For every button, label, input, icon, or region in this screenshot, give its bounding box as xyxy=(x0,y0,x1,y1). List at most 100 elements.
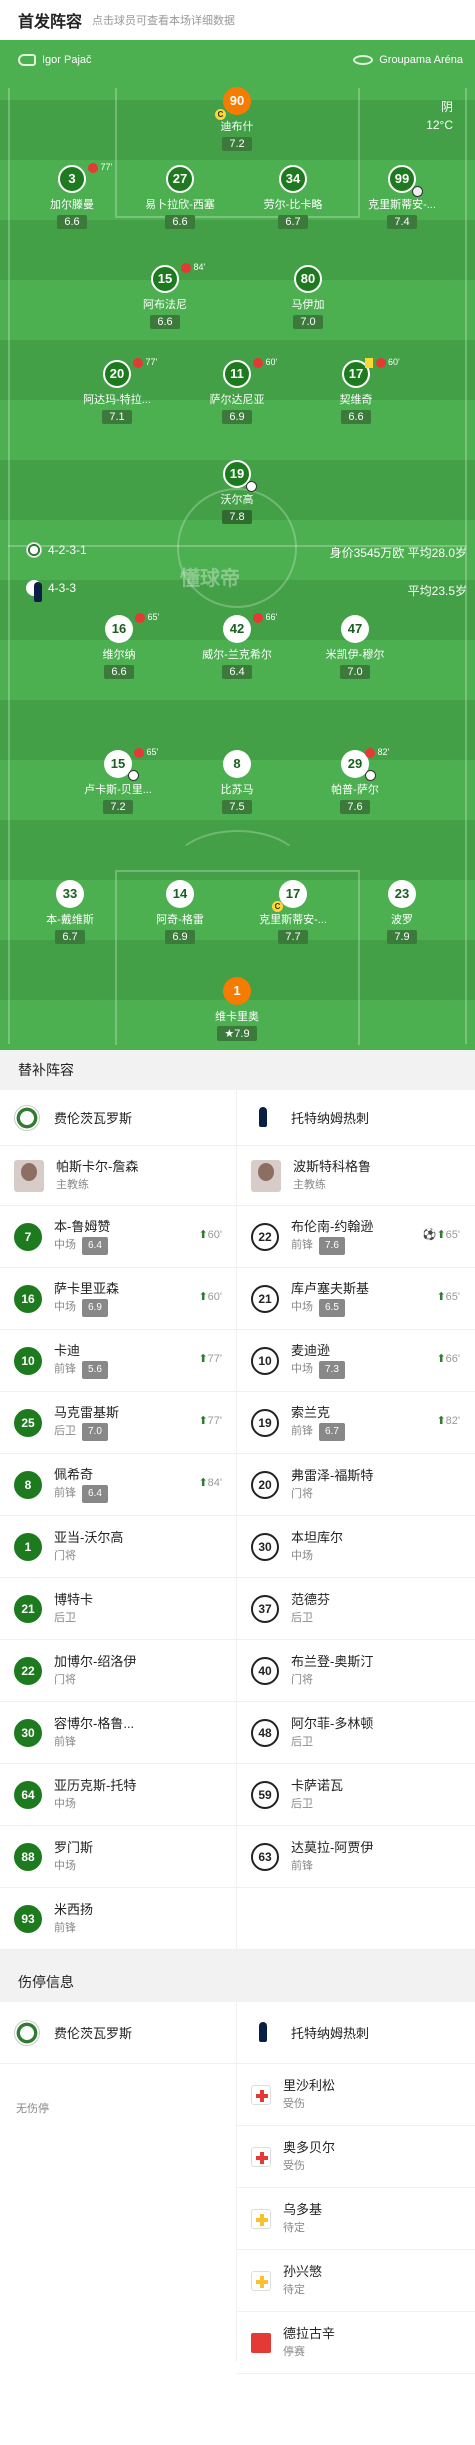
player-away-29[interactable]: 29 帕普-萨尔 7.6 xyxy=(305,750,405,815)
sub-rating: 7.6 xyxy=(319,1237,345,1255)
sub-player[interactable]: 30 容博尔-格鲁... 前锋 xyxy=(0,1702,237,1763)
home-team-logo xyxy=(26,542,42,558)
sub-player[interactable]: 10 麦迪逊 中场 7.3 ⬆66' xyxy=(237,1330,474,1391)
stadium: Groupama Aréna xyxy=(353,54,463,66)
player-name: 克里斯蒂安-... xyxy=(259,914,327,926)
player-away-33[interactable]: 33 本-戴维斯 6.7 xyxy=(20,880,120,945)
injury-item[interactable]: 奥多贝尔 受伤 xyxy=(237,2126,475,2188)
sub-player[interactable]: 63 达莫拉-阿贾伊 前锋 xyxy=(237,1826,474,1887)
sub-player[interactable]: 21 博特卡 后卫 xyxy=(0,1578,237,1639)
sub-on-icon: ⬆ xyxy=(198,1353,208,1365)
sub-player[interactable]: 37 范德芬 后卫 xyxy=(237,1578,474,1639)
sub-rating: 6.4 xyxy=(82,1237,108,1255)
sub-player[interactable]: 93 米西扬 前锋 xyxy=(0,1888,237,1949)
goal-icon xyxy=(128,770,139,781)
sub-player[interactable]: 22 布伦南-约翰逊 前锋 7.6 ⚽⬆65' xyxy=(237,1206,474,1267)
player-home-15[interactable]: 15 阿布法尼 6.6 xyxy=(115,265,215,330)
sub-player[interactable]: 8 佩希奇 前锋 6.4 ⬆84' xyxy=(0,1454,237,1515)
player-number: 14 xyxy=(166,880,194,908)
sub-player[interactable]: 88 罗门斯 中场 xyxy=(0,1826,237,1887)
player-home-80[interactable]: 80 马伊加 7.0 xyxy=(258,265,358,330)
sub-player[interactable]: 7 本-鲁姆赞 中场 6.4 ⬆60' xyxy=(0,1206,237,1267)
sub-player[interactable]: 20 弗雷泽-福斯特 门将 xyxy=(237,1454,474,1515)
home-coach-cell[interactable]: 帕斯卡尔-詹森 主教练 xyxy=(0,1146,237,1205)
player-away-8[interactable]: 8 比苏马 7.5 xyxy=(187,750,287,815)
sub-number: 10 xyxy=(251,1346,279,1375)
home-team-logo xyxy=(14,2019,40,2046)
player-rating: 7.7 xyxy=(278,930,308,944)
player-home-99[interactable]: 99 克里斯蒂安-... 7.4 xyxy=(352,165,452,230)
sub-minute: 84' xyxy=(193,262,206,272)
player-home-90[interactable]: 90 迪布什 7.2 xyxy=(187,87,287,152)
player-rating: 6.6 xyxy=(104,665,134,679)
player-name: 比苏马 xyxy=(220,784,254,796)
player-away-47[interactable]: 47 米凯伊-穆尔 7.0 xyxy=(305,615,405,680)
away-injuries: 托特纳姆热刺 里沙利松 受伤 奥多贝尔 受伤 乌多基 待定 孙兴慜 待定 德拉古辛 停赛 xyxy=(237,2002,475,2374)
player-rating: 7.8 xyxy=(222,510,252,524)
player-home-11[interactable]: 11 萨尔达尼亚 6.9 xyxy=(187,360,287,425)
player-away-14[interactable]: 14 阿奇-格雷 6.9 xyxy=(130,880,230,945)
player-home-19[interactable]: 19 沃尔高 7.8 xyxy=(187,460,287,525)
player-number: 17 xyxy=(279,880,307,908)
sub-number: 93 xyxy=(14,1904,42,1933)
injury-item[interactable]: 乌多基 待定 xyxy=(237,2188,475,2250)
sub-position: 后卫 xyxy=(54,1611,76,1624)
player-home-27[interactable]: 27 易卜拉欣-西塞 6.6 xyxy=(130,165,230,230)
player-number: 16 xyxy=(105,615,133,643)
injury-item[interactable]: 孙兴慜 待定 xyxy=(237,2250,475,2312)
player-rating: 7.5 xyxy=(222,800,252,814)
lineup-header: 首发阵容 点击球员可查看本场详细数据 xyxy=(0,0,475,40)
injury-item[interactable]: 德拉古辛 停赛 xyxy=(237,2312,475,2374)
sub-player[interactable]: 30 本坦库尔 中场 xyxy=(237,1516,474,1577)
sub-player[interactable]: 59 卡萨诺瓦 后卫 xyxy=(237,1764,474,1825)
sub-position: 前锋 xyxy=(291,1425,313,1437)
sub-player[interactable]: 19 索兰克 前锋 6.7 ⬆82' xyxy=(237,1392,474,1453)
sub-name: 阿尔菲-多林顿 xyxy=(291,1715,374,1731)
sub-off-icon xyxy=(253,612,263,623)
sub-number: 19 xyxy=(251,1408,279,1437)
sub-number: 64 xyxy=(14,1780,42,1809)
sub-position: 后卫 xyxy=(291,1611,313,1624)
injured-name: 乌多基 xyxy=(283,2201,323,2217)
sub-player[interactable]: 22 加博尔-绍洛伊 门将 xyxy=(0,1640,237,1701)
sub-number: 7 xyxy=(14,1222,42,1251)
sub-player[interactable]: 48 阿尔菲-多林顿 后卫 xyxy=(237,1702,474,1763)
sub-player[interactable]: 64 亚历克斯-托特 中场 xyxy=(0,1764,237,1825)
sub-player[interactable]: 40 布兰登-奥斯汀 门将 xyxy=(237,1640,474,1701)
player-name: 阿达玛-特拉... xyxy=(83,394,151,406)
player-rating: 6.9 xyxy=(165,930,195,944)
player-away-17[interactable]: 17 克里斯蒂安-... 7.7 xyxy=(243,880,343,945)
player-home-20[interactable]: 20 阿达玛-特拉... 7.1 xyxy=(67,360,167,425)
injury-item[interactable]: 里沙利松 受伤 xyxy=(237,2064,475,2126)
sub-player[interactable]: 1 亚当-沃尔高 门将 xyxy=(0,1516,237,1577)
sub-rating: 6.4 xyxy=(82,1485,108,1503)
away-coach-cell[interactable]: 波斯特科格鲁 主教练 xyxy=(237,1146,474,1205)
player-home-3[interactable]: 3 加尔滕曼 6.6 xyxy=(22,165,122,230)
goal-icon xyxy=(365,770,376,781)
sub-player[interactable]: 10 卡迪 前锋 5.6 ⬆77' xyxy=(0,1330,237,1391)
player-rating: 7.0 xyxy=(340,665,370,679)
empty-cell xyxy=(237,1888,474,1949)
home-team-name: 费伦茨瓦罗斯 xyxy=(54,2026,133,2041)
player-home-34[interactable]: 34 劳尔-比卡略 6.7 xyxy=(243,165,343,230)
home-team-name: 费伦茨瓦罗斯 xyxy=(54,1111,133,1126)
sub-position: 中场 xyxy=(291,1301,313,1313)
sub-minute: 66' xyxy=(445,1353,460,1365)
player-away-1[interactable]: 1 维卡里奥 ★7.9 xyxy=(187,977,287,1042)
away-team-logo xyxy=(251,2019,277,2046)
player-away-23[interactable]: 23 波罗 7.9 xyxy=(352,880,452,945)
player-away-16[interactable]: 16 维尔纳 6.6 xyxy=(69,615,169,680)
player-away-15[interactable]: 15 卢卡斯-贝里... 7.2 xyxy=(68,750,168,815)
player-away-42[interactable]: 42 威尔-兰克希尔 6.4 xyxy=(187,615,287,680)
sub-player[interactable]: 21 库卢塞夫斯基 中场 6.5 ⬆65' xyxy=(237,1268,474,1329)
sub-minute: 77' xyxy=(100,162,113,172)
captain-icon: C xyxy=(272,901,283,912)
player-rating: 7.9 xyxy=(387,930,417,944)
sub-number: 16 xyxy=(14,1284,42,1313)
sub-on-icon: ⬆ xyxy=(198,1291,208,1303)
sub-name: 亚当-沃尔高 xyxy=(54,1529,124,1545)
sub-player[interactable]: 16 萨卡里亚森 中场 6.9 ⬆60' xyxy=(0,1268,237,1329)
red-cross-icon xyxy=(251,2084,271,2105)
player-home-17[interactable]: 17 契维奇 6.6 xyxy=(306,360,406,425)
sub-player[interactable]: 25 马克雷基斯 后卫 7.0 ⬆77' xyxy=(0,1392,237,1453)
